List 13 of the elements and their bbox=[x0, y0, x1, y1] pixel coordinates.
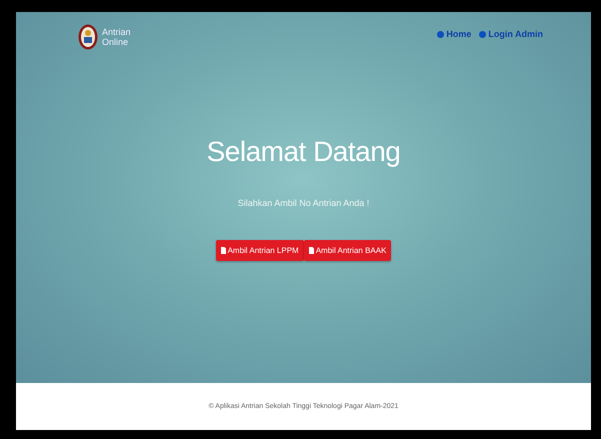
queue-button[interactable]: Ambil Antrian BAAK bbox=[304, 240, 392, 261]
document-icon bbox=[308, 247, 314, 254]
brand-name: Online bbox=[102, 37, 130, 47]
document-icon bbox=[220, 247, 226, 254]
hero-title: Selamat Datang bbox=[206, 136, 400, 168]
dot-icon bbox=[437, 30, 444, 38]
nav-link[interactable]: Login Admin bbox=[479, 29, 543, 39]
nav-link[interactable]: Home bbox=[437, 29, 472, 39]
dot-icon bbox=[479, 30, 486, 38]
emblem-icon bbox=[78, 24, 98, 50]
hero-subtitle: Silahkan Ambil No Antrian Anda ! bbox=[238, 198, 370, 208]
brand-name: Antrian bbox=[102, 27, 131, 37]
queue-button[interactable]: Ambil Antrian LPPM bbox=[216, 240, 304, 261]
